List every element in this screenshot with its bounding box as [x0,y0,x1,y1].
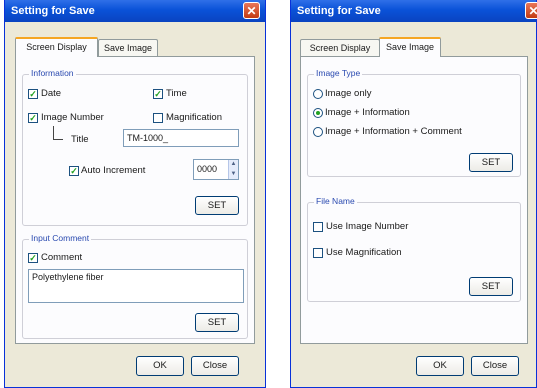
input-comment-group: Input Comment ✓ Comment Polyethylene fib… [22,233,248,339]
auto-increment-checkbox[interactable]: ✓ [69,166,79,176]
left-dialog-title: Setting for Save [11,5,95,17]
image-number-checkbox[interactable]: ✓ [28,113,38,123]
image-only-radio[interactable] [313,89,323,99]
right-dialog: Setting for Save ✕ Screen Display Save I… [290,0,537,388]
title-label: Title [71,134,89,145]
spin-down-icon[interactable]: ▼ [229,170,238,180]
magnification-label: Magnification [166,112,222,123]
title-input[interactable]: TM-1000_ [123,129,239,147]
title-tree-connector [53,126,63,140]
left-close-button[interactable]: Close [191,356,239,376]
information-set-button[interactable]: SET [195,196,239,215]
use-magnification-checkbox[interactable] [313,248,323,258]
left-close-icon[interactable]: ✕ [243,2,260,19]
auto-increment-value: 0000 [197,164,218,174]
right-tab-save-image[interactable]: Save Image [379,37,441,57]
magnification-checkbox[interactable] [153,113,163,123]
auto-increment-label: Auto Increment [81,165,146,176]
comment-checkbox[interactable]: ✓ [28,253,38,263]
file-name-group-label: File Name [314,196,357,206]
image-type-group: Image Type Image only Image + Informatio… [307,68,521,177]
left-dialog: Setting for Save ✕ Screen Display Save I… [4,0,266,388]
image-only-label: Image only [325,88,372,99]
left-tab-save-image[interactable]: Save Image [98,39,158,56]
right-close-button[interactable]: Close [471,356,519,376]
comment-label: Comment [41,252,83,263]
image-type-set-button[interactable]: SET [469,153,513,172]
right-title-bar[interactable]: Setting for Save [291,0,536,22]
comment-textarea[interactable]: Polyethylene fiber [28,269,244,303]
date-label: Date [41,88,62,99]
image-information-comment-label: Image + Information + Comment [325,126,462,137]
comment-set-button[interactable]: SET [195,313,239,332]
right-dialog-title: Setting for Save [297,5,381,17]
image-number-label: Image Number [41,112,104,123]
input-comment-group-label: Input Comment [29,233,92,243]
left-title-bar[interactable]: Setting for Save [5,0,265,22]
information-group: Information ✓ Date ✓ Time ✓ Image Number… [22,68,248,226]
use-image-number-checkbox[interactable] [313,222,323,232]
left-ok-button[interactable]: OK [136,356,184,376]
spin-up-icon[interactable]: ▲ [229,160,238,170]
right-close-icon[interactable]: ✕ [525,2,537,19]
use-magnification-label: Use Magnification [326,247,402,258]
image-type-group-label: Image Type [314,68,363,78]
image-information-radio[interactable] [313,108,323,118]
information-group-label: Information [29,68,76,78]
file-name-group: File Name Use Image Number Use Magnifica… [307,196,521,302]
auto-increment-stepper[interactable]: 0000 ▲ ▼ [193,159,239,180]
right-tab-screen-display[interactable]: Screen Display [300,39,380,56]
right-tab-panel: Image Type Image only Image + Informatio… [300,56,528,344]
use-image-number-label: Use Image Number [326,221,409,232]
auto-increment-spin: ▲ ▼ [228,160,238,179]
time-checkbox[interactable]: ✓ [153,89,163,99]
date-checkbox[interactable]: ✓ [28,89,38,99]
right-ok-button[interactable]: OK [416,356,464,376]
file-name-set-button[interactable]: SET [469,277,513,296]
image-information-label: Image + Information [325,107,410,118]
left-tab-screen-display[interactable]: Screen Display [15,37,98,57]
left-tab-panel: Information ✓ Date ✓ Time ✓ Image Number… [15,56,255,344]
image-information-comment-radio[interactable] [313,127,323,137]
time-label: Time [166,88,187,99]
